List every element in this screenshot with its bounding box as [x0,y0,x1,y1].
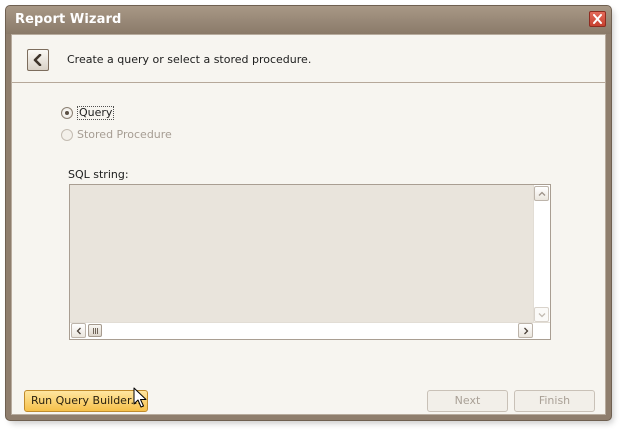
close-button[interactable] [589,11,606,27]
radio-stored-procedure-label: Stored Procedure [77,128,172,141]
run-query-builder-button[interactable]: Run Query Builder... [24,390,148,412]
scroll-up-button[interactable] [534,186,549,201]
radio-button-unchecked [61,128,73,141]
vertical-scrollbar[interactable] [533,185,550,323]
chevron-left-icon [76,327,81,335]
horizontal-scrollbar[interactable] [70,322,550,339]
title-bar[interactable]: Report Wizard [6,6,611,34]
report-wizard-window: Report Wizard Create a query or select a… [5,5,612,421]
window-title: Report Wizard [15,12,122,27]
mouse-cursor-icon [133,387,147,408]
wizard-description: Create a query or select a stored proced… [67,53,312,66]
chevron-right-icon [524,327,529,335]
wizard-client-area: Create a query or select a stored proced… [11,34,606,415]
next-button: Next [427,390,508,412]
scroll-down-button[interactable] [534,307,549,322]
sql-string-textarea[interactable] [70,185,534,323]
radio-button-checked[interactable] [61,107,73,119]
finish-button: Finish [514,390,595,412]
wizard-header: Create a query or select a stored proced… [12,35,605,83]
chevron-up-icon [538,191,546,196]
chevron-down-icon [538,313,546,318]
back-button[interactable] [27,49,49,71]
scroll-right-button[interactable] [518,323,533,338]
radio-query-label[interactable]: Query [77,106,115,120]
radio-stored-procedure: Stored Procedure [61,128,172,141]
chevron-left-icon [33,54,42,66]
scroll-left-button[interactable] [71,323,86,338]
scrollbar-corner [534,323,550,339]
radio-query[interactable]: Query [61,106,115,120]
sql-string-label: SQL string: [68,168,129,181]
close-icon [593,14,602,24]
sql-editor [69,184,551,340]
horizontal-scroll-thumb[interactable] [88,324,102,337]
